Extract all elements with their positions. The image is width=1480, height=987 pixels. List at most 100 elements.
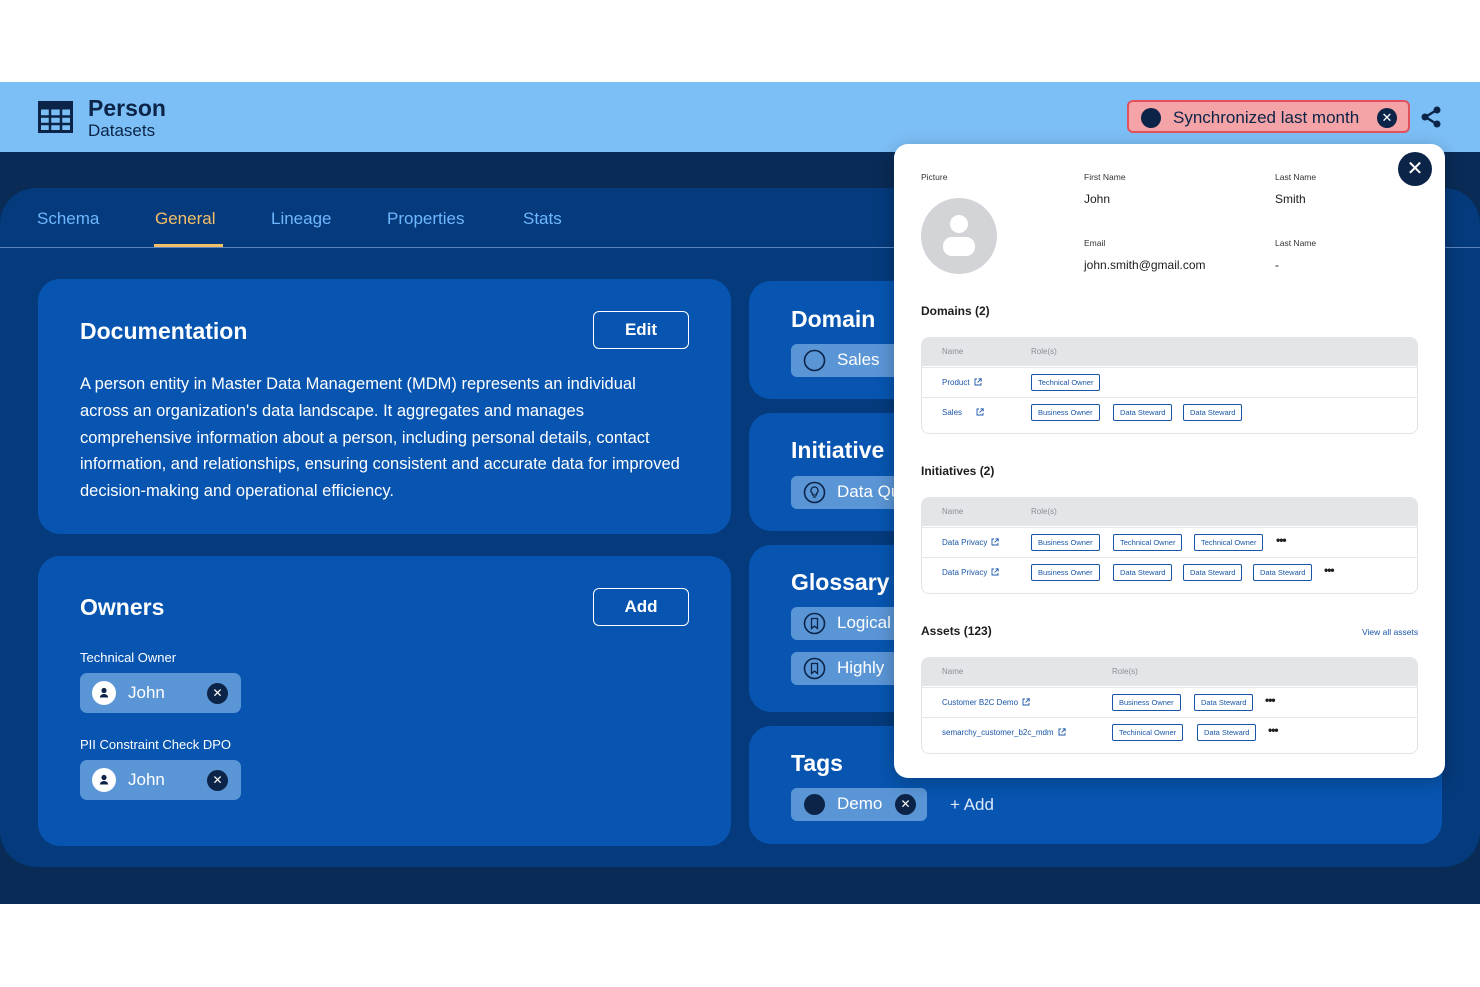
owner-role-label: PII Constraint Check DPO: [80, 737, 231, 752]
domains-section-title: Domains (2): [921, 304, 990, 318]
first-name-label: First Name: [1084, 172, 1126, 182]
owners-title: Owners: [80, 594, 165, 620]
more-roles-icon[interactable]: •••: [1265, 693, 1276, 707]
domain-chip-label: Sales: [837, 350, 880, 369]
column-name-header: Name: [942, 667, 964, 676]
external-link-icon: [1022, 698, 1030, 706]
column-roles-header: Role(s): [1031, 507, 1057, 516]
owner-name: John: [128, 770, 165, 789]
domain-name: Sales: [942, 408, 963, 417]
asset-link[interactable]: semarchy_customer_b2c_mdm: [942, 728, 1066, 737]
edit-button[interactable]: Edit: [593, 311, 689, 349]
tab-properties[interactable]: Properties: [387, 209, 464, 229]
add-owner-button[interactable]: Add: [593, 588, 689, 626]
page-subtitle: Datasets: [88, 121, 156, 140]
role-badge: Data Steward: [1183, 404, 1243, 421]
add-tag-button[interactable]: + Add: [950, 795, 994, 815]
table-header: Name Role(s): [922, 338, 1417, 366]
table-header: Name Role(s): [922, 658, 1417, 686]
last-name-label: Last Name: [1275, 238, 1317, 248]
email-label: Email: [1084, 238, 1106, 248]
close-popover-button[interactable]: ✕: [1398, 152, 1432, 186]
tab-general[interactable]: General: [155, 209, 215, 229]
external-link-icon: [1058, 728, 1066, 736]
circle-icon: [803, 349, 826, 372]
external-link-icon: [976, 408, 984, 416]
share-icon[interactable]: [1419, 105, 1443, 129]
bookmark-icon: [803, 657, 826, 680]
picture-label: Picture: [921, 172, 948, 182]
external-link-icon: [974, 378, 982, 386]
column-roles-header: Role(s): [1031, 347, 1057, 356]
documentation-text: A person entity in Master Data Managemen…: [80, 375, 680, 501]
table-grid-icon: [38, 101, 73, 133]
remove-owner-button[interactable]: ✕: [207, 683, 228, 704]
role-badge: Data Steward: [1194, 694, 1254, 711]
last-name-value: Smith: [1275, 192, 1306, 206]
domain-link[interactable]: Product: [942, 378, 982, 387]
column-name-header: Name: [942, 347, 964, 356]
bookmark-icon: [803, 612, 826, 635]
tags-title: Tags: [791, 750, 843, 776]
role-badge: Business Owner: [1112, 694, 1181, 711]
email-value: john.smith@gmail.com: [1084, 258, 1206, 272]
asset-name: Customer B2C Demo: [942, 698, 1019, 707]
role-badge: Technical Owner: [1194, 534, 1264, 551]
tab-lineage[interactable]: Lineage: [271, 209, 332, 229]
role-badge: Data Steward: [1183, 564, 1243, 581]
asset-name: semarchy_customer_b2c_mdm: [942, 728, 1054, 737]
glossary-title: Glossary: [791, 569, 890, 595]
initiative-link[interactable]: Data Privacy: [942, 568, 1000, 577]
initiative-title: Initiative: [791, 437, 885, 463]
status-dot-icon: [1141, 108, 1161, 128]
tag-label: Demo: [837, 794, 883, 813]
table-row: Sales Business Owner Data Steward Data S…: [922, 397, 1417, 427]
sync-status-label: Synchronized last month: [1173, 108, 1360, 127]
view-all-assets-link[interactable]: View all assets: [1362, 627, 1418, 637]
table-row: Product Technical Owner: [922, 367, 1417, 397]
user-icon: [92, 768, 116, 792]
more-roles-icon[interactable]: •••: [1276, 533, 1287, 547]
initiatives-section-title: Initiatives (2): [921, 464, 995, 478]
tag-chip[interactable]: Demo ✕: [791, 788, 927, 821]
table-header: Name Role(s): [922, 498, 1417, 526]
remove-owner-button[interactable]: ✕: [207, 770, 228, 791]
role-badge: Business Owner: [1031, 534, 1100, 551]
domain-name: Product: [942, 378, 970, 387]
role-badge: Data Steward: [1253, 564, 1313, 581]
tag-color-dot-icon: [804, 794, 825, 815]
tab-stats[interactable]: Stats: [523, 209, 562, 229]
tab-schema[interactable]: Schema: [37, 209, 99, 229]
glossary-chip-label: Logical: [837, 613, 891, 632]
role-badge: Data Steward: [1113, 564, 1173, 581]
profile-picture: [921, 198, 997, 274]
initiative-name: Data Privacy: [942, 538, 988, 547]
owner-chip[interactable]: John ✕: [80, 760, 241, 800]
glossary-chip-label: Highly: [837, 658, 885, 677]
role-badge: Technical Owner: [1113, 534, 1183, 551]
table-row: semarchy_customer_b2c_mdm Techinical Own…: [922, 717, 1417, 747]
external-link-icon: [991, 568, 1000, 576]
role-badge: Technical Owner: [1031, 374, 1101, 391]
domain-title: Domain: [791, 306, 876, 332]
role-badge: Techinical Owner: [1112, 724, 1184, 741]
last-name-label: Last Name: [1275, 172, 1317, 182]
remove-tag-button[interactable]: ✕: [895, 794, 916, 815]
initiatives-table: Name Role(s) Data Privacy Business Owner…: [921, 497, 1418, 594]
domain-link[interactable]: Sales: [942, 408, 984, 417]
role-badge: Business Owner: [1031, 564, 1100, 581]
external-link-icon: [991, 538, 1000, 546]
owner-name: John: [128, 683, 165, 702]
table-row: Data Privacy Business Owner Technical Ow…: [922, 527, 1417, 557]
assets-table: Name Role(s) Customer B2C Demo Business …: [921, 657, 1418, 754]
more-roles-icon[interactable]: •••: [1268, 723, 1279, 737]
initiative-link[interactable]: Data Privacy: [942, 538, 1000, 547]
role-badge: Data Steward: [1113, 404, 1173, 421]
sync-status-badge: Synchronized last month ✕: [1127, 100, 1410, 133]
owner-chip[interactable]: John ✕: [80, 673, 241, 713]
column-roles-header: Role(s): [1112, 667, 1138, 676]
asset-link[interactable]: Customer B2C Demo: [942, 698, 1030, 707]
more-roles-icon[interactable]: •••: [1324, 563, 1335, 577]
first-name-value: John: [1084, 192, 1111, 206]
sync-dismiss-button[interactable]: ✕: [1377, 108, 1397, 128]
